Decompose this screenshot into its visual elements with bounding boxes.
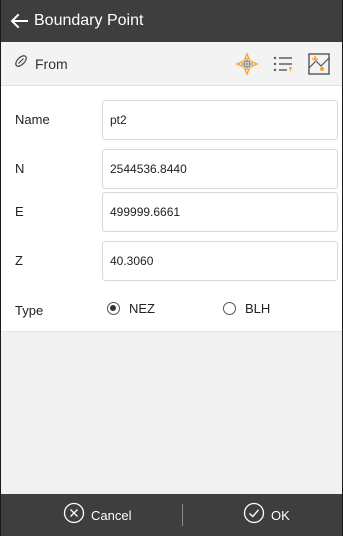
ok-label: OK xyxy=(271,507,290,523)
cancel-button[interactable]: Cancel xyxy=(63,494,131,536)
button-divider xyxy=(182,504,183,526)
map-pick-icon[interactable] xyxy=(306,51,332,77)
toolbar: From xyxy=(1,42,342,86)
gps-locate-icon[interactable] xyxy=(234,51,260,77)
page-title: Boundary Point xyxy=(34,12,144,29)
radio-blh-label: BLH xyxy=(245,301,271,316)
radio-blh[interactable]: BLH xyxy=(223,301,270,316)
radio-nez[interactable]: NEZ xyxy=(107,301,155,316)
elevation-field[interactable] xyxy=(102,241,338,281)
bottom-action-bar: Cancel OK xyxy=(1,494,342,536)
link-icon xyxy=(13,53,29,74)
ok-button[interactable]: OK xyxy=(243,494,290,536)
cancel-icon xyxy=(63,502,85,529)
name-field[interactable] xyxy=(102,100,338,140)
radio-unchecked-icon xyxy=(223,302,236,315)
type-label: Type xyxy=(15,303,44,318)
easting-label: E xyxy=(15,204,24,219)
toolbar-icons xyxy=(234,42,342,86)
name-row: Name xyxy=(1,100,342,140)
northing-field[interactable] xyxy=(102,149,338,189)
from-label: From xyxy=(35,55,68,72)
check-icon xyxy=(243,502,265,529)
easting-field[interactable] xyxy=(102,192,338,232)
title-bar: Boundary Point xyxy=(1,0,342,42)
cancel-label: Cancel xyxy=(91,507,132,523)
northing-row: N xyxy=(1,149,342,189)
boundary-point-screen: Boundary Point From Name pt2 N 2544536.8… xyxy=(0,0,343,536)
type-row: Type NEZ BLH xyxy=(1,294,342,324)
elevation-row: Z xyxy=(1,241,342,281)
name-label: Name xyxy=(15,112,50,127)
arrow-left-icon[interactable] xyxy=(11,12,29,30)
from-button[interactable]: From xyxy=(13,53,68,74)
radio-checked-icon xyxy=(107,302,120,315)
easting-row: E xyxy=(1,192,342,232)
point-list-icon[interactable] xyxy=(270,51,296,77)
elevation-label: Z xyxy=(15,253,23,268)
radio-nez-label: NEZ xyxy=(129,301,155,316)
northing-label: N xyxy=(15,161,25,176)
point-form: Name N E Z Type NEZ BLH xyxy=(1,86,342,332)
